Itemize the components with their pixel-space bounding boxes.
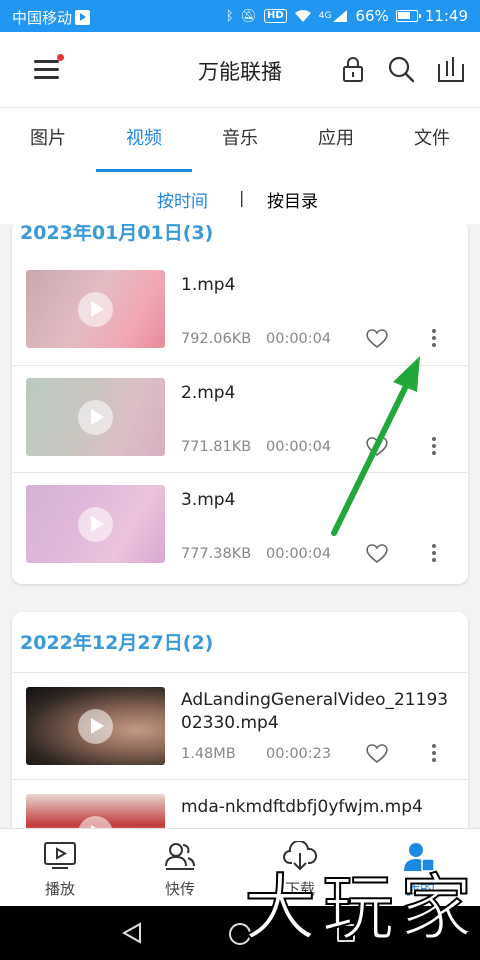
battery-percent: 66%: [355, 7, 389, 25]
sort-by-time[interactable]: 按时间: [157, 187, 208, 212]
signal-icon: [333, 10, 348, 22]
sort-icon[interactable]: [436, 54, 466, 84]
status-icons: ᛒ 🔕︎ HD 4G 66% 11:49: [226, 7, 468, 25]
wifi-icon: [294, 10, 311, 22]
carrier-label: 中国移动: [12, 9, 73, 27]
battery-icon: [395, 10, 421, 22]
search-icon[interactable]: [386, 54, 416, 84]
lock-icon[interactable]: [338, 54, 368, 84]
tab-music[interactable]: 音乐: [192, 108, 288, 172]
video-list[interactable]: 2023年01月01日(3) 1.mp4 792.06KB 00:00:04 2…: [0, 224, 480, 828]
back-icon[interactable]: [121, 922, 143, 944]
tab-files[interactable]: 文件: [384, 108, 480, 172]
carrier: 中国移动: [12, 7, 91, 28]
network-type: 4G: [318, 11, 332, 21]
tab-apps[interactable]: 应用: [288, 108, 384, 172]
users-icon: [165, 843, 195, 870]
watermark: 大玩家: [243, 865, 479, 951]
nav-transfer-label: 快传: [164, 880, 195, 898]
nav-transfer[interactable]: 快传: [120, 829, 240, 906]
nav-play-label: 播放: [44, 880, 75, 898]
sort-mode-tabs: 按时间 | 按目录: [0, 172, 480, 224]
category-tabs: 图片 视频 音乐 应用 文件: [0, 108, 480, 172]
annotation-arrow: [331, 356, 420, 536]
sort-by-folder[interactable]: 按目录: [267, 187, 318, 212]
sort-separator: |: [239, 188, 245, 207]
nav-play[interactable]: 播放: [0, 829, 120, 906]
play-screen-icon: [44, 842, 76, 869]
bluetooth-icon: ᛒ: [225, 8, 234, 24]
app-bar: 万能联播: [0, 32, 480, 108]
carrier-app-icon: [75, 10, 91, 25]
hd-badge: HD: [264, 9, 287, 23]
tab-pictures[interactable]: 图片: [0, 108, 96, 172]
tab-videos[interactable]: 视频: [96, 108, 192, 172]
clock: 11:49: [424, 7, 468, 25]
mute-icon: 🔕︎: [240, 8, 258, 24]
status-bar: 中国移动 ᛒ 🔕︎ HD 4G 66% 11:49: [0, 0, 480, 32]
